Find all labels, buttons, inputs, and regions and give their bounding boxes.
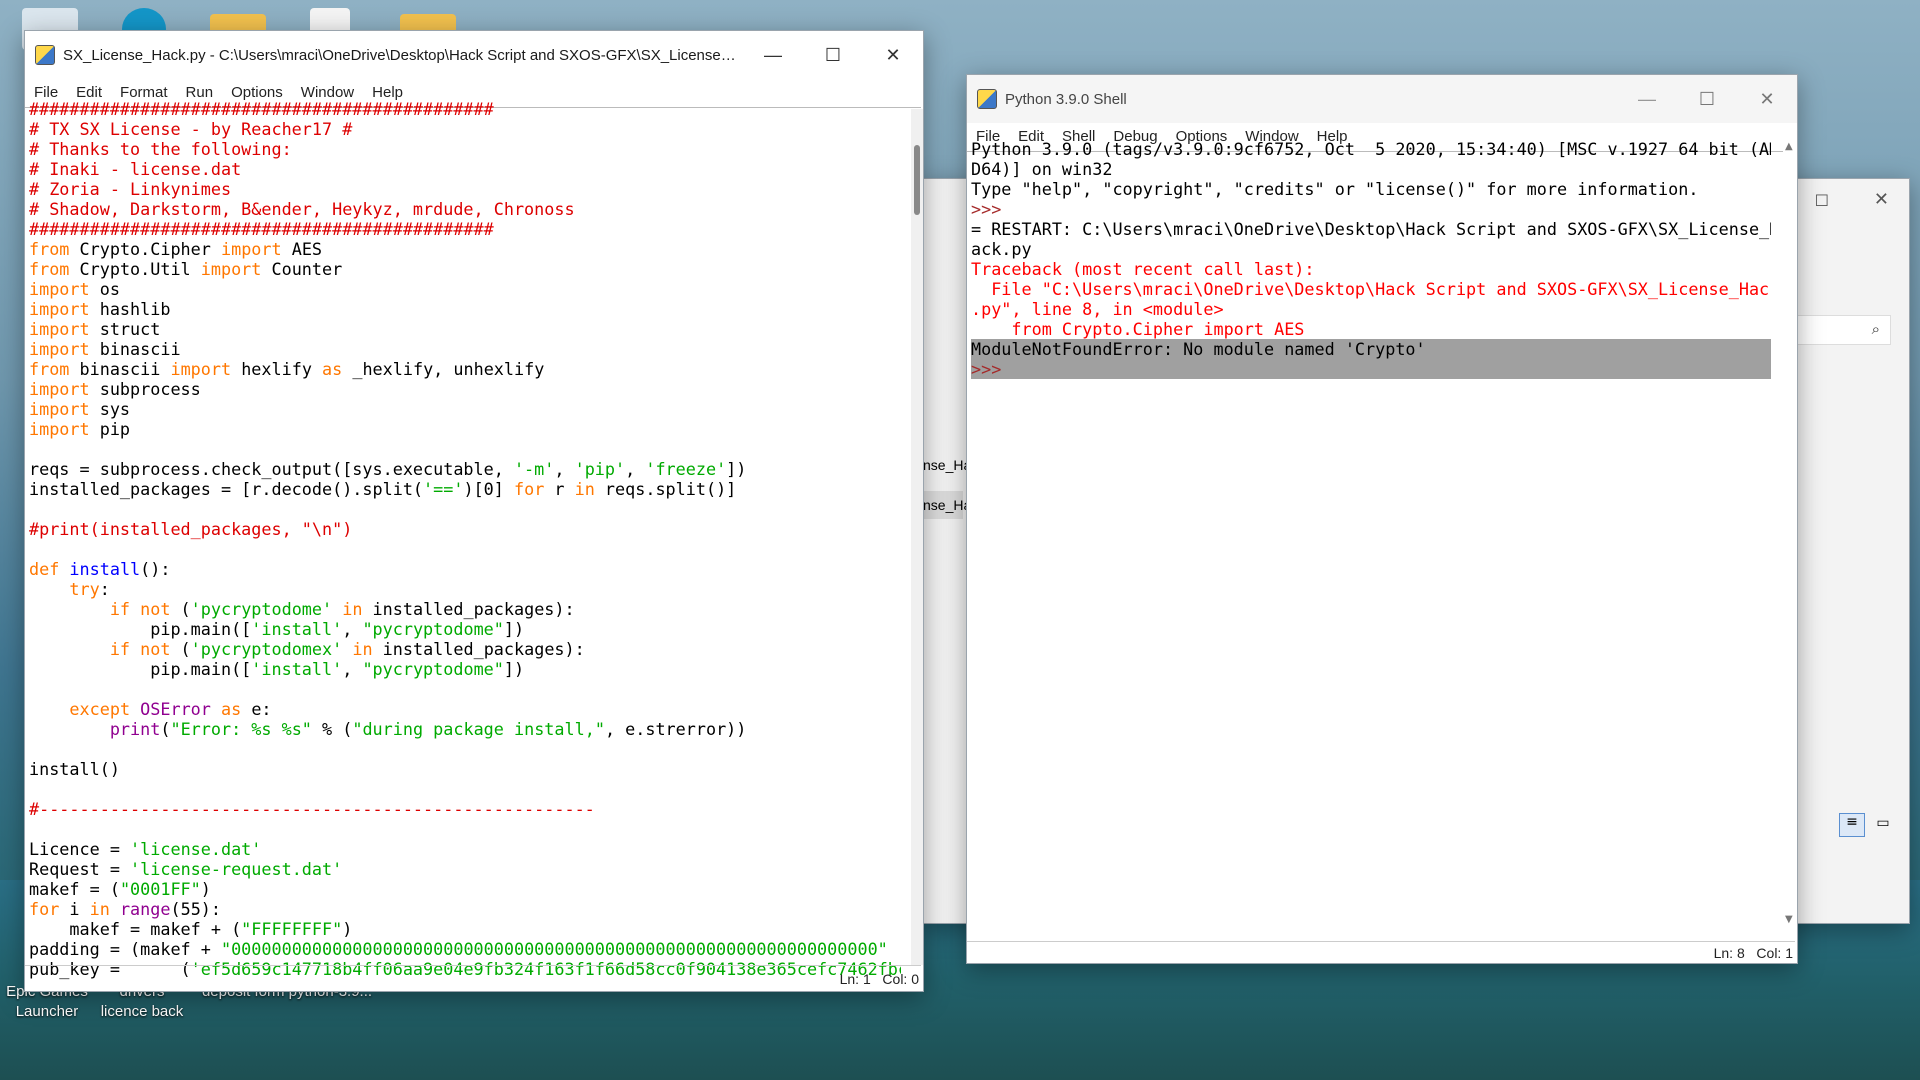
- scroll-down-icon[interactable]: ▼: [1785, 914, 1793, 925]
- close-icon[interactable]: ✕: [1737, 75, 1797, 123]
- file-name-partial[interactable]: nse_Ha: [923, 457, 971, 473]
- python-file-icon: [977, 89, 997, 109]
- shell-window[interactable]: Python 3.9.0 Shell — ☐ ✕ File Edit Shell…: [966, 74, 1798, 964]
- editor-status: Ln: 1 Col: 0: [839, 971, 919, 987]
- search-icon[interactable]: ⌕: [1872, 320, 1880, 338]
- editor-scrollbar-thumb[interactable]: [914, 145, 920, 215]
- menu-window[interactable]: Window: [292, 84, 363, 101]
- editor-window[interactable]: SX_License_Hack.py - C:\Users\mraci\OneD…: [24, 30, 924, 992]
- search-box[interactable]: ⌕: [1789, 315, 1891, 345]
- list-view-icon[interactable]: ≡: [1839, 813, 1865, 837]
- python-file-icon: [35, 45, 55, 65]
- maximize-icon[interactable]: ☐: [803, 31, 863, 79]
- editor-scrollbar[interactable]: [911, 109, 923, 965]
- close-icon[interactable]: ✕: [1874, 189, 1889, 210]
- shell-output-area[interactable]: Python 3.9.0 (tags/v3.9.0:9cf6752, Oct 5…: [971, 139, 1771, 919]
- shell-scrollbar[interactable]: ▲ ▼: [1783, 137, 1797, 927]
- menu-help[interactable]: Help: [363, 84, 412, 101]
- menu-format[interactable]: Format: [111, 84, 177, 101]
- maximize-icon[interactable]: ☐: [1815, 191, 1829, 210]
- shell-titlebar[interactable]: Python 3.9.0 Shell — ☐ ✕: [967, 75, 1797, 123]
- maximize-icon[interactable]: ☐: [1677, 75, 1737, 123]
- menu-options[interactable]: Options: [222, 84, 292, 101]
- minimize-icon[interactable]: —: [743, 31, 803, 79]
- editor-title: SX_License_Hack.py - C:\Users\mraci\OneD…: [63, 46, 743, 64]
- tile-view-icon[interactable]: ▭: [1871, 815, 1895, 837]
- minimize-icon[interactable]: —: [1617, 75, 1677, 123]
- file-name-partial-selected[interactable]: nse_Ha: [923, 491, 971, 519]
- shell-status: Ln: 8 Col: 1: [1713, 945, 1793, 961]
- shell-title: Python 3.9.0 Shell: [1005, 90, 1127, 108]
- editor-code-area[interactable]: ########################################…: [29, 99, 901, 1005]
- close-icon[interactable]: ✕: [863, 31, 923, 79]
- editor-titlebar[interactable]: SX_License_Hack.py - C:\Users\mraci\OneD…: [25, 31, 923, 79]
- menu-file[interactable]: File: [25, 84, 67, 101]
- menu-edit[interactable]: Edit: [67, 84, 111, 101]
- scroll-up-icon[interactable]: ▲: [1785, 141, 1793, 152]
- menu-run[interactable]: Run: [177, 84, 223, 101]
